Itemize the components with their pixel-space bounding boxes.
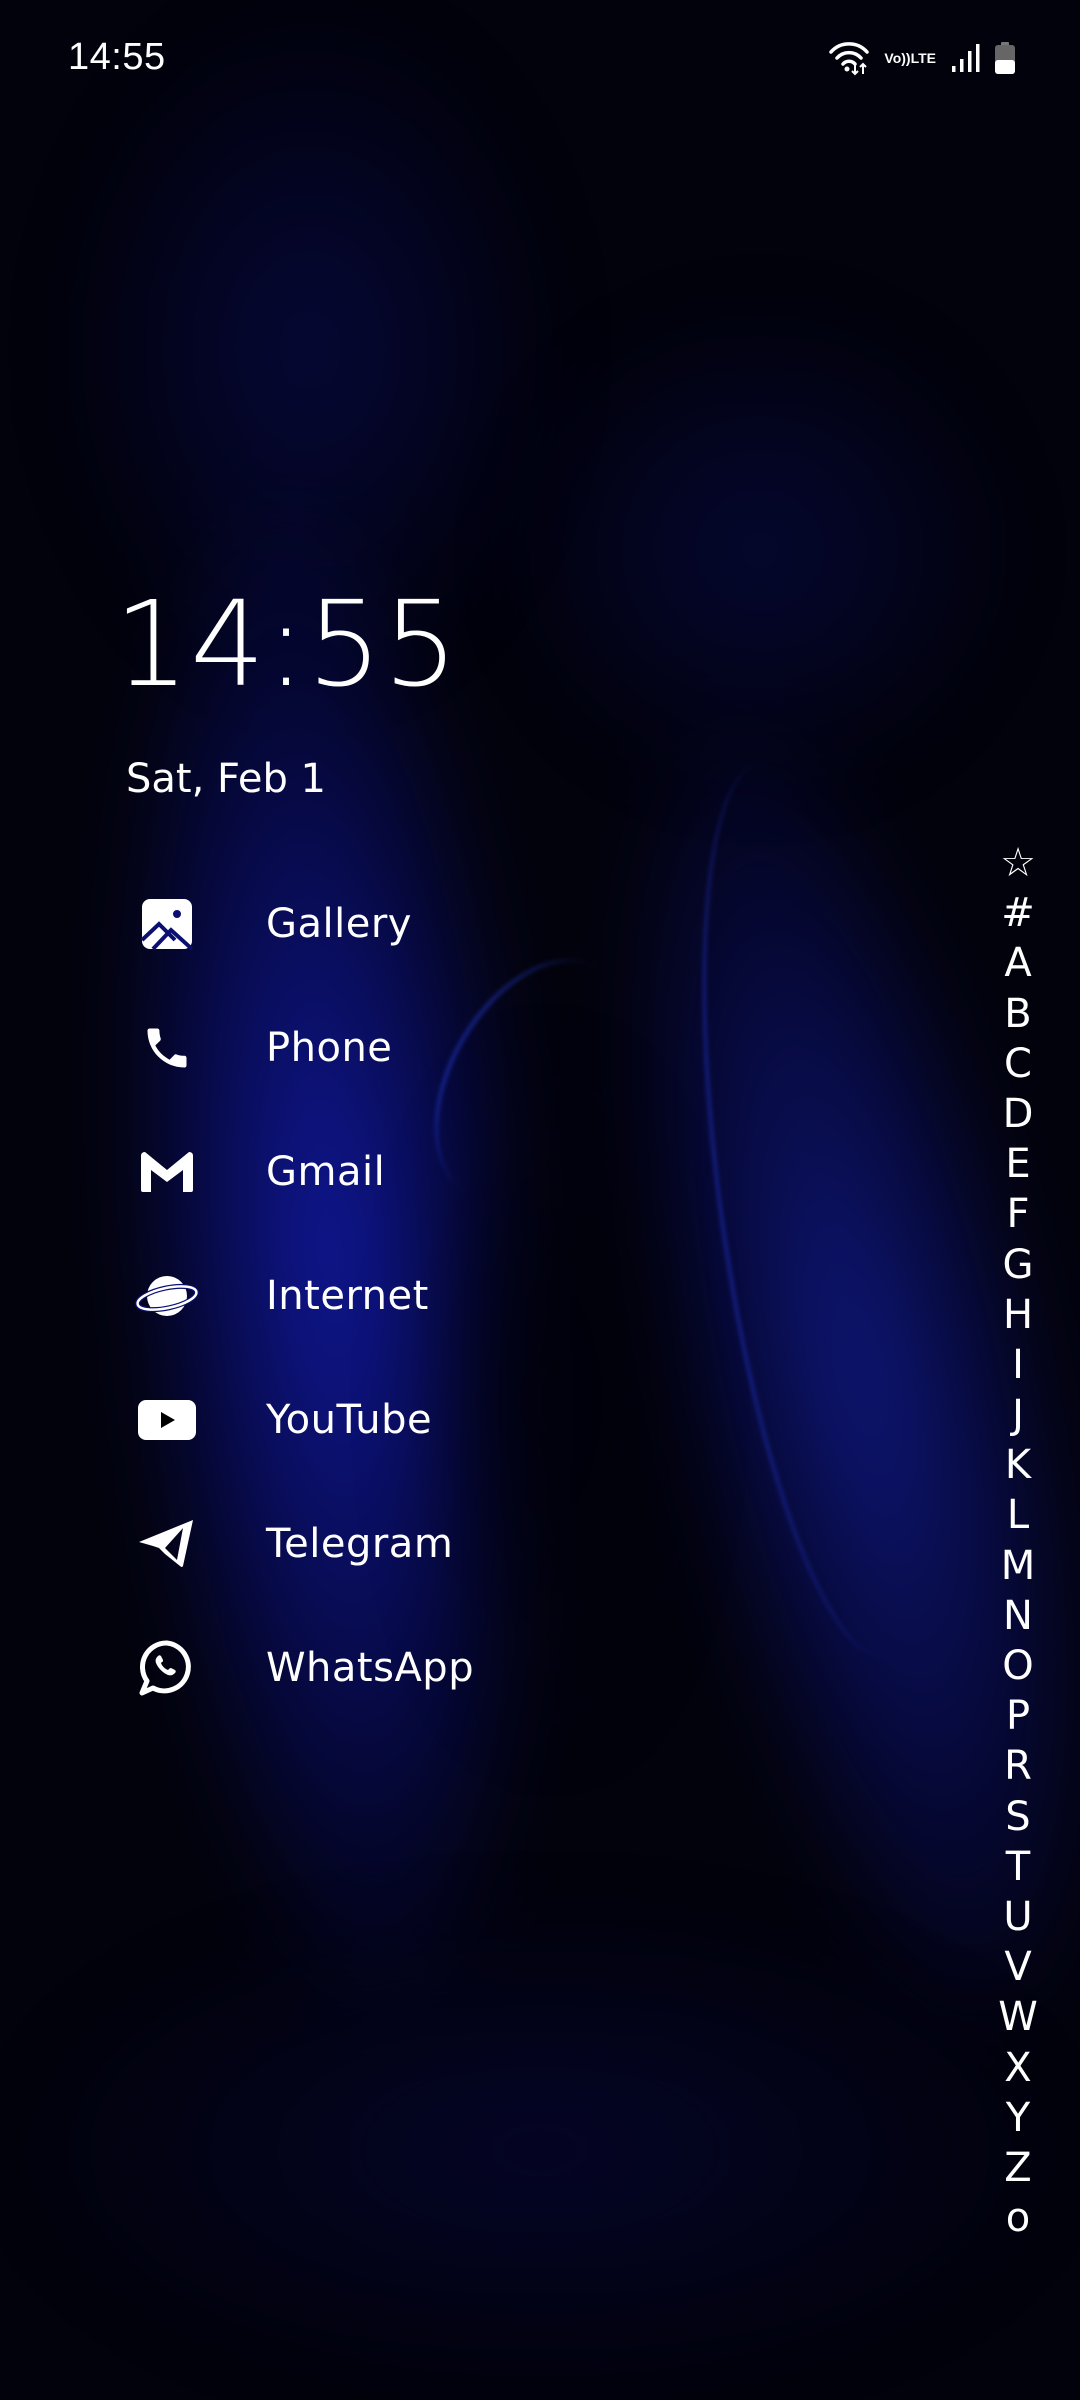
battery-icon <box>994 41 1016 75</box>
signal-icon <box>950 42 980 74</box>
index-n[interactable]: N <box>990 1591 1046 1641</box>
app-gmail[interactable]: Gmail <box>130 1110 474 1234</box>
gallery-icon <box>130 887 204 961</box>
app-whatsapp[interactable]: WhatsApp <box>130 1606 474 1730</box>
index-d[interactable]: D <box>990 1089 1046 1139</box>
index-a[interactable]: A <box>990 938 1046 988</box>
index-c[interactable]: C <box>990 1039 1046 1089</box>
index-r[interactable]: R <box>990 1741 1046 1791</box>
index-other-circle[interactable]: o <box>990 2193 1046 2243</box>
volte-icon: Vo)) LTE <box>884 49 936 66</box>
app-telegram[interactable]: Telegram <box>130 1482 474 1606</box>
index-hash[interactable]: # <box>990 888 1046 938</box>
index-b[interactable]: B <box>990 989 1046 1039</box>
telegram-icon <box>130 1507 204 1581</box>
status-icons: Vo)) LTE <box>828 40 1016 76</box>
app-phone[interactable]: Phone <box>130 986 474 1110</box>
alphabet-index[interactable]: ☆ # A B C D E F G H I J K L M N O P R S … <box>990 838 1046 2243</box>
index-p[interactable]: P <box>990 1691 1046 1741</box>
index-h[interactable]: H <box>990 1290 1046 1340</box>
index-w[interactable]: W <box>990 1992 1046 2042</box>
clock-time[interactable]: 14:55 <box>114 585 459 703</box>
phone-icon <box>130 1011 204 1085</box>
index-u[interactable]: U <box>990 1892 1046 1942</box>
wifi-data-icon <box>828 40 870 76</box>
clock-date[interactable]: Sat, Feb 1 <box>126 756 326 802</box>
index-favorites-star[interactable]: ☆ <box>990 838 1046 888</box>
app-internet[interactable]: Internet <box>130 1234 474 1358</box>
youtube-icon <box>130 1383 204 1457</box>
app-list: Gallery Phone Gmail Internet YouTube Tel… <box>130 862 474 1730</box>
index-x[interactable]: X <box>990 2043 1046 2093</box>
gmail-icon <box>130 1135 204 1209</box>
app-youtube[interactable]: YouTube <box>130 1358 474 1482</box>
app-label: Internet <box>266 1273 429 1319</box>
index-t[interactable]: T <box>990 1842 1046 1892</box>
index-z[interactable]: Z <box>990 2143 1046 2193</box>
index-o[interactable]: O <box>990 1641 1046 1691</box>
index-i[interactable]: I <box>990 1340 1046 1390</box>
app-gallery[interactable]: Gallery <box>130 862 474 986</box>
index-l[interactable]: L <box>990 1490 1046 1540</box>
app-label: Phone <box>266 1025 393 1071</box>
app-label: Gallery <box>266 901 412 947</box>
app-label: WhatsApp <box>266 1645 475 1691</box>
app-label: Telegram <box>266 1521 454 1567</box>
app-label: Gmail <box>266 1149 386 1195</box>
app-label: YouTube <box>266 1397 433 1443</box>
index-k[interactable]: K <box>990 1440 1046 1490</box>
index-j[interactable]: J <box>990 1390 1046 1440</box>
index-s[interactable]: S <box>990 1792 1046 1842</box>
status-bar: 14:55 Vo)) LTE <box>0 0 1080 110</box>
index-y[interactable]: Y <box>990 2093 1046 2143</box>
index-v[interactable]: V <box>990 1942 1046 1992</box>
index-f[interactable]: F <box>990 1189 1046 1239</box>
index-e[interactable]: E <box>990 1139 1046 1189</box>
index-m[interactable]: M <box>990 1541 1046 1591</box>
whatsapp-icon <box>130 1631 204 1705</box>
index-g[interactable]: G <box>990 1240 1046 1290</box>
internet-icon <box>130 1259 204 1333</box>
status-time: 14:55 <box>68 36 166 78</box>
